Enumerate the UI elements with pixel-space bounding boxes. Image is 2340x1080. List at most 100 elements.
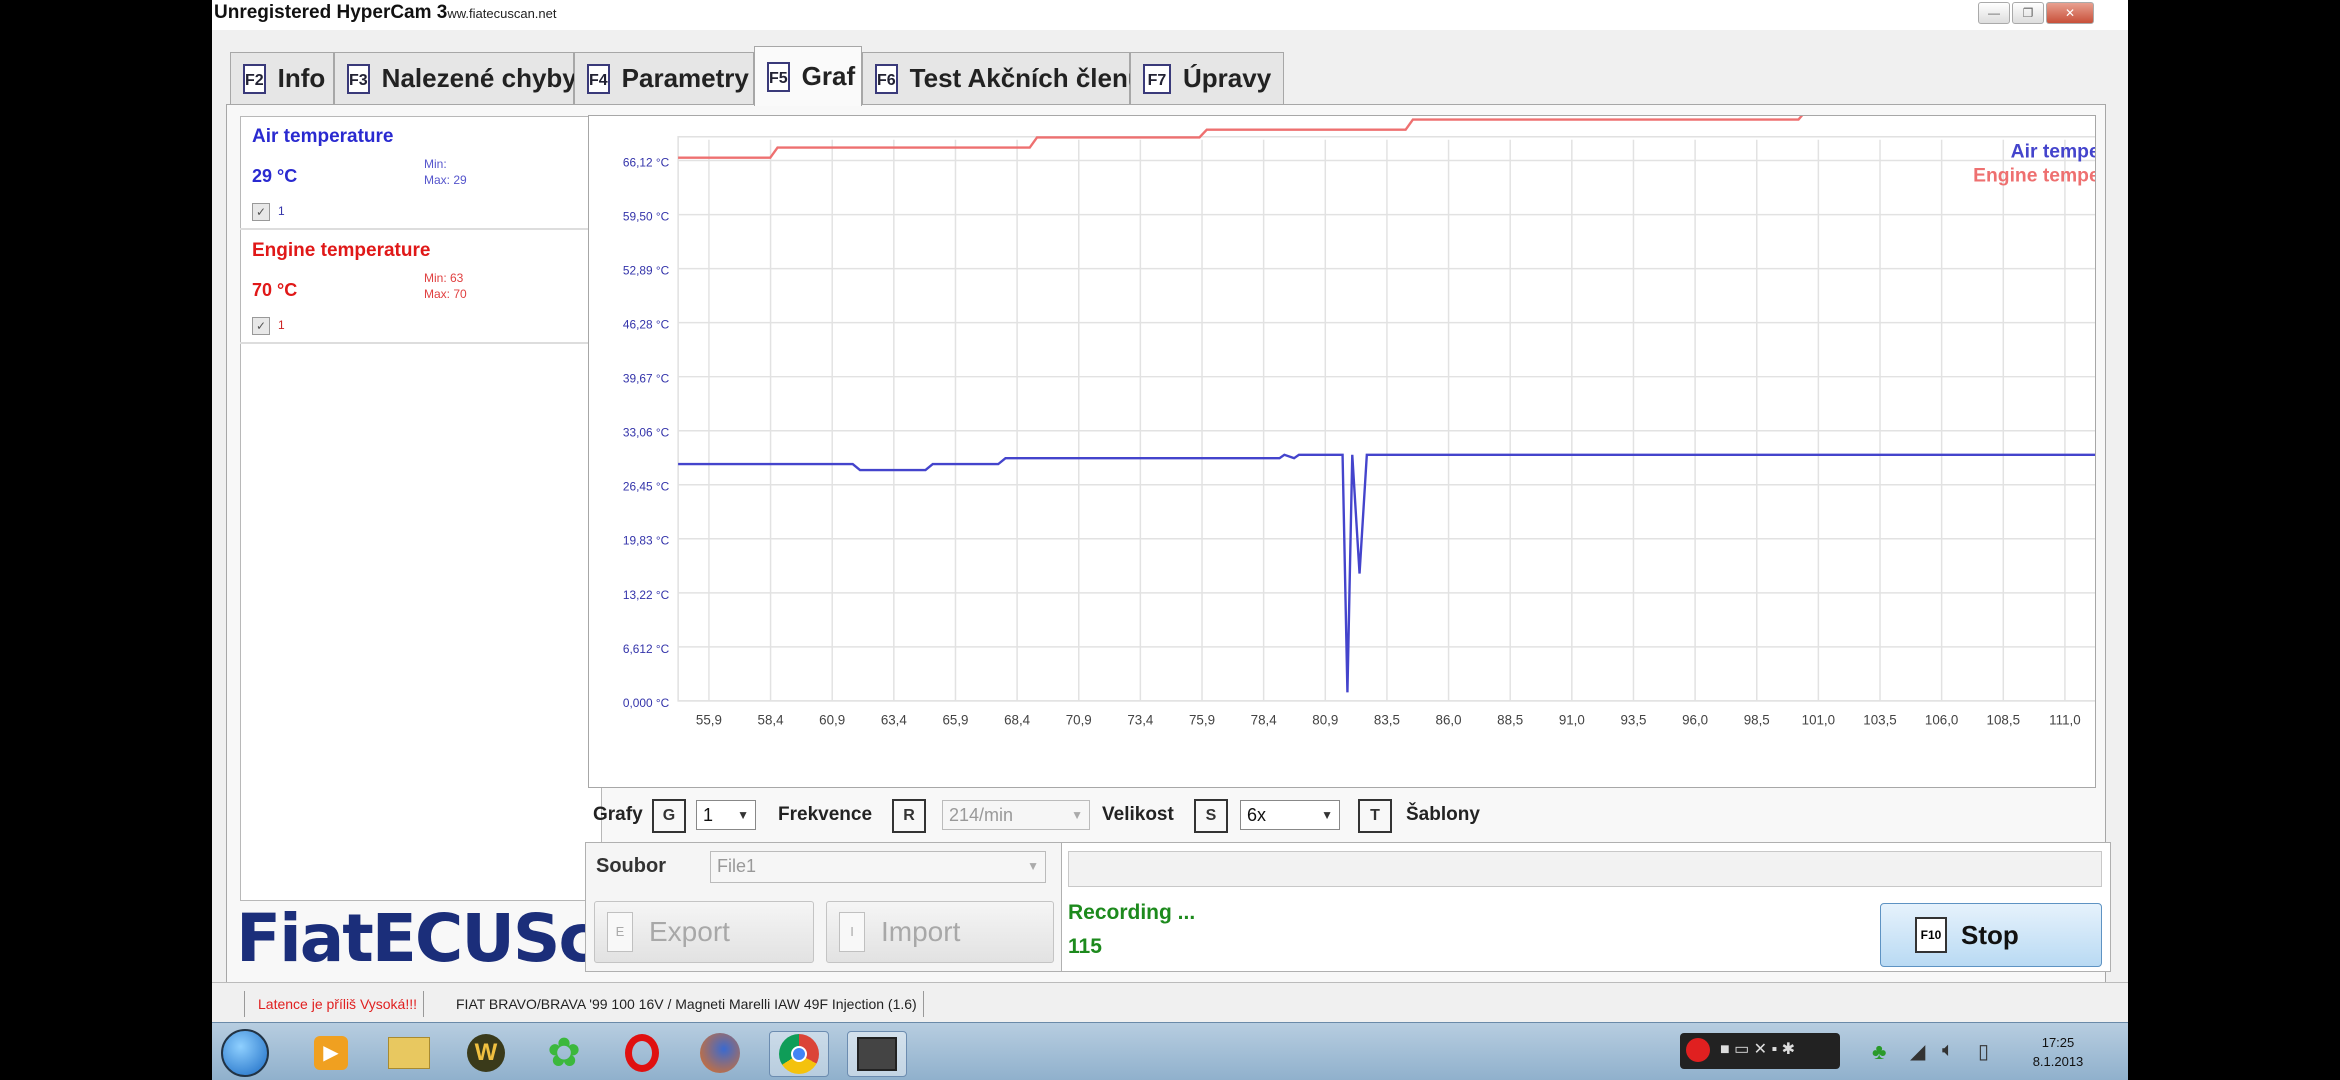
x-tick-label: 91,0 [1559, 713, 1585, 728]
y-tick-label: 19,83 °C [623, 534, 670, 548]
x-tick-label: 83,5 [1374, 713, 1400, 728]
grafy-label: Grafy [593, 804, 643, 825]
soubor-select[interactable]: File1 ▼ [710, 851, 1046, 883]
chrome-icon[interactable] [769, 1031, 829, 1077]
velikost-label: Velikost [1102, 804, 1174, 825]
x-tick-label: 108,5 [1987, 713, 2020, 728]
sensor-check-label: 1 [278, 204, 285, 218]
y-tick-label: 66,12 °C [623, 155, 670, 169]
x-tick-label: 98,5 [1744, 713, 1770, 728]
recorder-toolbar[interactable]: ■ ▭ ✕ ▪ ✱ [1680, 1033, 1840, 1069]
restore-icon[interactable]: ❐ [2012, 2, 2044, 24]
signal-icon[interactable]: ◢ [1910, 1039, 1925, 1064]
tab-graph[interactable]: F5 Graf [754, 46, 862, 106]
fiatecuscan-app-icon[interactable] [847, 1031, 907, 1077]
x-tick-label: 55,9 [696, 713, 722, 728]
x-tick-label: 63,4 [881, 713, 908, 728]
tray-controls-icon[interactable]: ■ ▭ ✕ ▪ ✱ [1720, 1039, 1795, 1059]
explorer-folder-icon[interactable] [380, 1031, 438, 1075]
firefox-icon[interactable] [691, 1031, 749, 1075]
y-tick-label: 0,000 °C [623, 696, 670, 710]
legend-entry: Engine temperature [1973, 165, 2095, 186]
sensor-min: Min: [424, 157, 447, 171]
soubor-value: File1 [717, 856, 757, 876]
warcraft-icon[interactable]: W [457, 1031, 515, 1075]
sensor-max: Max: 70 [424, 287, 467, 301]
frekvence-value: 214/min [949, 805, 1014, 825]
sensor-name: Air temperature [252, 126, 394, 147]
clock-date: 8.1.2013 [2032, 1054, 2084, 1069]
tab-parameters[interactable]: F4 Parametry [574, 52, 754, 104]
network-tray-icon[interactable]: ♣ [1872, 1039, 1886, 1065]
sensor-value: 70 °C [252, 280, 298, 300]
frekvence-label: Frekvence [778, 804, 873, 825]
x-tick-label: 73,4 [1127, 713, 1154, 728]
y-tick-label: 39,67 °C [623, 372, 670, 386]
x-tick-label: 58,4 [758, 713, 785, 728]
tab-label: Úpravy [1183, 63, 1272, 93]
x-tick-label: 111,0 [2049, 713, 2080, 728]
sensor-max: Max: 29 [424, 173, 467, 187]
recording-count: 115 [1068, 935, 1102, 958]
recording-status: Recording ... [1068, 901, 1196, 924]
y-tick-label: 52,89 °C [623, 264, 670, 278]
stop-button[interactable]: F10 Stop [1880, 903, 2102, 967]
export-label: Export [649, 916, 730, 947]
minimize-icon[interactable]: — [1978, 2, 2010, 24]
temperature-chart: 66,12 °C 59,50 °C 52,89 °C 46,28 °C 39,67 °C… [597, 109, 2128, 1080]
close-icon[interactable]: ✕ [2046, 2, 2094, 24]
velikost-select[interactable]: 6x ▼ [1240, 800, 1340, 830]
import-key: I [839, 912, 865, 952]
x-tick-label: 96,0 [1682, 713, 1708, 728]
opera-icon[interactable] [613, 1031, 671, 1075]
x-tick-label: 68,4 [1004, 713, 1031, 728]
sensor-minmax: Min: 63 Max: 70 [424, 270, 467, 302]
tab-label: Graf [801, 61, 856, 91]
tab-adjustments[interactable]: F7 Úpravy [1130, 52, 1284, 104]
sablony-label[interactable]: Šablony [1406, 804, 1480, 826]
y-tick-label: 6,612 °C [623, 642, 670, 656]
sensor-air-temperature: Air temperature 29 °C Min: Max: 29 ✓ 1 [240, 118, 602, 230]
sensor-min: Min: 63 [424, 271, 464, 285]
tab-label: Info [277, 63, 326, 93]
sensor-engine-temperature: Engine temperature 70 °C Min: 63 Max: 70 … [240, 232, 602, 344]
start-orb-icon[interactable] [216, 1029, 274, 1077]
export-button[interactable]: E Export [594, 901, 814, 963]
x-tick-label: 78,4 [1251, 713, 1278, 728]
grafy-select[interactable]: 1 ▼ [696, 800, 756, 830]
battery-icon[interactable]: ▯ [1978, 1039, 1989, 1064]
y-tick-label: 59,50 °C [623, 210, 670, 224]
tab-label: Nalezené chyby [381, 63, 577, 93]
tab-key: F2 [243, 63, 266, 94]
soubor-label: Soubor [596, 855, 666, 877]
icq-icon[interactable]: ✿ [535, 1031, 593, 1075]
x-tick-label: 106,0 [1925, 713, 1958, 728]
tab-errors[interactable]: F3 Nalezené chyby [334, 52, 577, 104]
vehicle-info: FIAT BRAVO/BRAVA '99 100 16V / Magneti M… [450, 991, 924, 1017]
tab-actuator-test[interactable]: F6 Test Akčních členů [862, 52, 1144, 104]
tab-label: Parametry [621, 63, 749, 93]
volume-icon[interactable]: 🔈︎ [1942, 1039, 1954, 1062]
x-axis: 55,9 58,4 60,9 63,4 65,9 68,4 70,9 73,4 75,9 78,4… [696, 713, 2128, 728]
chevron-down-icon: ▼ [1071, 808, 1083, 822]
frekvence-select[interactable]: 214/min ▼ [942, 800, 1090, 830]
record-icon[interactable] [1686, 1038, 1710, 1062]
clock[interactable]: 17:25 8.1.2013 [2028, 1035, 2088, 1069]
chevron-down-icon: ▼ [737, 808, 749, 822]
sablony-key[interactable]: T [1358, 799, 1392, 833]
application-window: Unregistered HyperCam 3ww.fiatecuscan.ne… [212, 0, 2128, 1080]
sensor-check-label: 1 [278, 318, 285, 332]
x-tick-label: 65,9 [942, 713, 968, 728]
sensor-checkbox[interactable]: ✓ [252, 203, 270, 221]
y-tick-label: 13,22 °C [623, 588, 670, 602]
title-url: ww.fiatecuscan.net [447, 6, 557, 21]
import-button[interactable]: I Import [826, 901, 1054, 963]
status-bar: Latence je příliš Vysoká!!! FIAT BRAVO/B… [212, 982, 2128, 1023]
chart-grid [677, 136, 2128, 702]
sensor-name: Engine temperature [252, 240, 431, 261]
sensor-minmax: Min: Max: 29 [424, 156, 467, 188]
sensor-checkbox[interactable]: ✓ [252, 317, 270, 335]
tab-info[interactable]: F2 Info [230, 52, 334, 104]
media-player-icon[interactable]: ▶ [302, 1031, 360, 1075]
sensor-value: 29 °C [252, 166, 298, 186]
